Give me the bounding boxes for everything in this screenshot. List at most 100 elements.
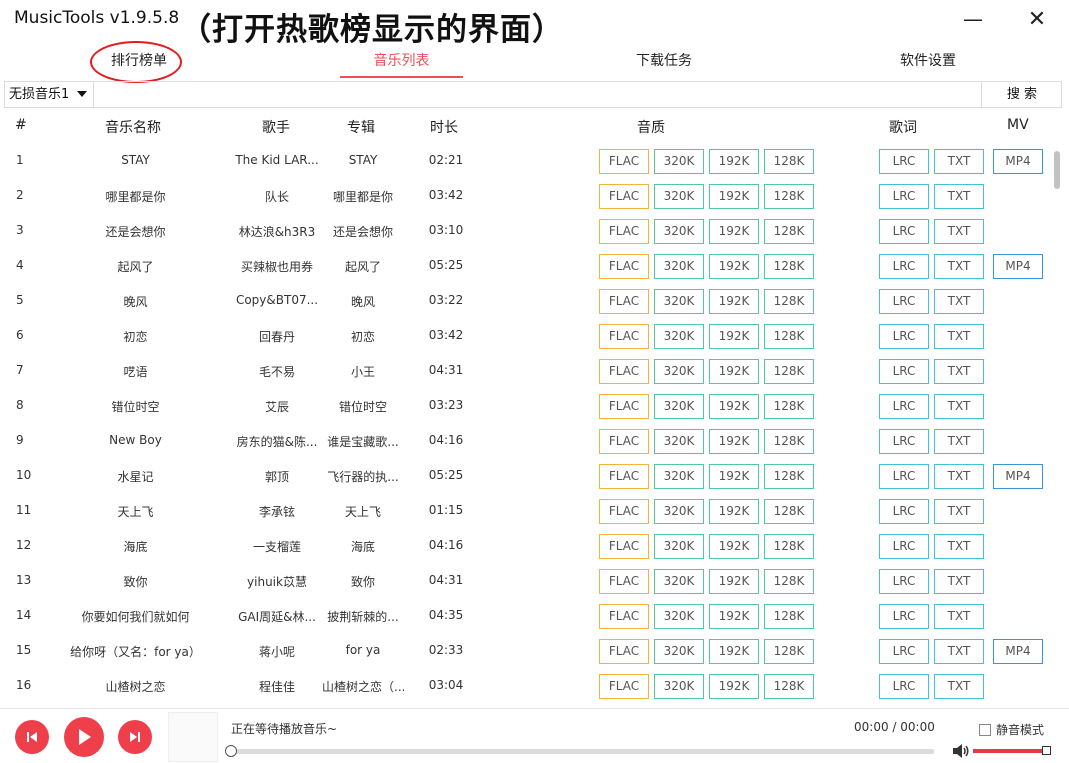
table-row[interactable]: 4 起风了 买辣椒也用券 起风了 05:25 FLAC 320K 192K 128K LRC TXT… [0, 248, 1050, 283]
txt-button[interactable]: TXT [934, 674, 984, 699]
progress-slider[interactable] [225, 745, 934, 757]
320k-button[interactable]: 320K [654, 639, 704, 664]
128k-button[interactable]: 128K [764, 429, 814, 454]
320k-button[interactable]: 320K [654, 534, 704, 559]
192k-button[interactable]: 192K [709, 534, 759, 559]
speaker-icon[interactable] [952, 743, 970, 759]
192k-button[interactable]: 192K [709, 394, 759, 419]
flac-button[interactable]: FLAC [599, 254, 649, 279]
128k-button[interactable]: 128K [764, 289, 814, 314]
close-button[interactable]: ✕ [1026, 7, 1048, 32]
192k-button[interactable]: 192K [709, 639, 759, 664]
320k-button[interactable]: 320K [654, 219, 704, 244]
flac-button[interactable]: FLAC [599, 534, 649, 559]
flac-button[interactable]: FLAC [599, 219, 649, 244]
lrc-button[interactable]: LRC [879, 639, 929, 664]
192k-button[interactable]: 192K [709, 289, 759, 314]
txt-button[interactable]: TXT [934, 289, 984, 314]
table-row[interactable]: 7 呓语 毛不易 小王 04:31 FLAC 320K 192K 128K LRC TXT [0, 353, 1050, 388]
txt-button[interactable]: TXT [934, 464, 984, 489]
txt-button[interactable]: TXT [934, 639, 984, 664]
table-row[interactable]: 3 还是会想你 林达浪&h3R3 还是会想你 03:10 FLAC 320K 192K 128K… [0, 213, 1050, 248]
tab-music-list[interactable]: 音乐列表 [340, 44, 463, 78]
search-input[interactable] [95, 82, 979, 107]
txt-button[interactable]: TXT [934, 254, 984, 279]
mp4-button[interactable]: MP4 [993, 149, 1043, 174]
128k-button[interactable]: 128K [764, 674, 814, 699]
tab-charts[interactable]: 排行榜单 [94, 44, 184, 78]
192k-button[interactable]: 192K [709, 184, 759, 209]
320k-button[interactable]: 320K [654, 149, 704, 174]
txt-button[interactable]: TXT [934, 359, 984, 384]
320k-button[interactable]: 320K [654, 604, 704, 629]
mp4-button[interactable]: MP4 [993, 464, 1043, 489]
table-row[interactable]: 13 致你 yihuik苡慧 致你 04:31 FLAC 320K 192K 128K LRC TX… [0, 563, 1050, 598]
txt-button[interactable]: TXT [934, 534, 984, 559]
128k-button[interactable]: 128K [764, 604, 814, 629]
lrc-button[interactable]: LRC [879, 569, 929, 594]
lrc-button[interactable]: LRC [879, 604, 929, 629]
192k-button[interactable]: 192K [709, 254, 759, 279]
flac-button[interactable]: FLAC [599, 289, 649, 314]
192k-button[interactable]: 192K [709, 674, 759, 699]
flac-button[interactable]: FLAC [599, 499, 649, 524]
search-button[interactable]: 搜 索 [981, 82, 1062, 107]
table-scrollbar[interactable] [1051, 143, 1063, 705]
minimize-button[interactable]: — [962, 7, 984, 31]
192k-button[interactable]: 192K [709, 604, 759, 629]
128k-button[interactable]: 128K [764, 184, 814, 209]
txt-button[interactable]: TXT [934, 149, 984, 174]
lrc-button[interactable]: LRC [879, 534, 929, 559]
flac-button[interactable]: FLAC [599, 464, 649, 489]
volume-knob[interactable] [1042, 746, 1051, 755]
txt-button[interactable]: TXT [934, 219, 984, 244]
lrc-button[interactable]: LRC [879, 289, 929, 314]
128k-button[interactable]: 128K [764, 324, 814, 349]
128k-button[interactable]: 128K [764, 499, 814, 524]
lrc-button[interactable]: LRC [879, 359, 929, 384]
txt-button[interactable]: TXT [934, 394, 984, 419]
table-row[interactable]: 16 山楂树之恋 程佳佳 山楂树之恋（... 03:04 FLAC 320K 192K 128K… [0, 668, 1050, 703]
320k-button[interactable]: 320K [654, 499, 704, 524]
lrc-button[interactable]: LRC [879, 324, 929, 349]
192k-button[interactable]: 192K [709, 359, 759, 384]
320k-button[interactable]: 320K [654, 324, 704, 349]
128k-button[interactable]: 128K [764, 254, 814, 279]
320k-button[interactable]: 320K [654, 464, 704, 489]
txt-button[interactable]: TXT [934, 569, 984, 594]
lrc-button[interactable]: LRC [879, 149, 929, 174]
txt-button[interactable]: TXT [934, 604, 984, 629]
320k-button[interactable]: 320K [654, 289, 704, 314]
table-row[interactable]: 11 天上飞 李承铉 天上飞 01:15 FLAC 320K 192K 128K LRC TXT [0, 493, 1050, 528]
table-row[interactable]: 15 给你呀（又名：for ya） 蒋小呢 for ya 02:33 FLAC 320K 19… [0, 633, 1050, 668]
flac-button[interactable]: FLAC [599, 429, 649, 454]
mute-checkbox[interactable] [979, 724, 991, 736]
128k-button[interactable]: 128K [764, 534, 814, 559]
lrc-button[interactable]: LRC [879, 394, 929, 419]
play-button[interactable] [64, 717, 104, 757]
flac-button[interactable]: FLAC [599, 639, 649, 664]
next-button[interactable] [118, 720, 152, 754]
320k-button[interactable]: 320K [654, 674, 704, 699]
flac-button[interactable]: FLAC [599, 149, 649, 174]
txt-button[interactable]: TXT [934, 499, 984, 524]
table-row[interactable]: 9 New Boy 房东的猫&陈... 谁是宝藏歌... 04:16 FLAC 320K 19… [0, 423, 1050, 458]
128k-button[interactable]: 128K [764, 219, 814, 244]
128k-button[interactable]: 128K [764, 639, 814, 664]
table-row[interactable]: 5 晚风 Copy&BT07... 晚风 03:22 FLAC 320K 192K 128K LR… [0, 283, 1050, 318]
table-row[interactable]: 6 初恋 回春丹 初恋 03:42 FLAC 320K 192K 128K LRC TXT [0, 318, 1050, 353]
320k-button[interactable]: 320K [654, 429, 704, 454]
192k-button[interactable]: 192K [709, 219, 759, 244]
txt-button[interactable]: TXT [934, 184, 984, 209]
320k-button[interactable]: 320K [654, 359, 704, 384]
lrc-button[interactable]: LRC [879, 254, 929, 279]
320k-button[interactable]: 320K [654, 569, 704, 594]
192k-button[interactable]: 192K [709, 429, 759, 454]
128k-button[interactable]: 128K [764, 359, 814, 384]
lrc-button[interactable]: LRC [879, 464, 929, 489]
previous-button[interactable] [15, 720, 49, 754]
flac-button[interactable]: FLAC [599, 569, 649, 594]
tab-settings[interactable]: 软件设置 [880, 44, 976, 78]
lrc-button[interactable]: LRC [879, 429, 929, 454]
128k-button[interactable]: 128K [764, 464, 814, 489]
